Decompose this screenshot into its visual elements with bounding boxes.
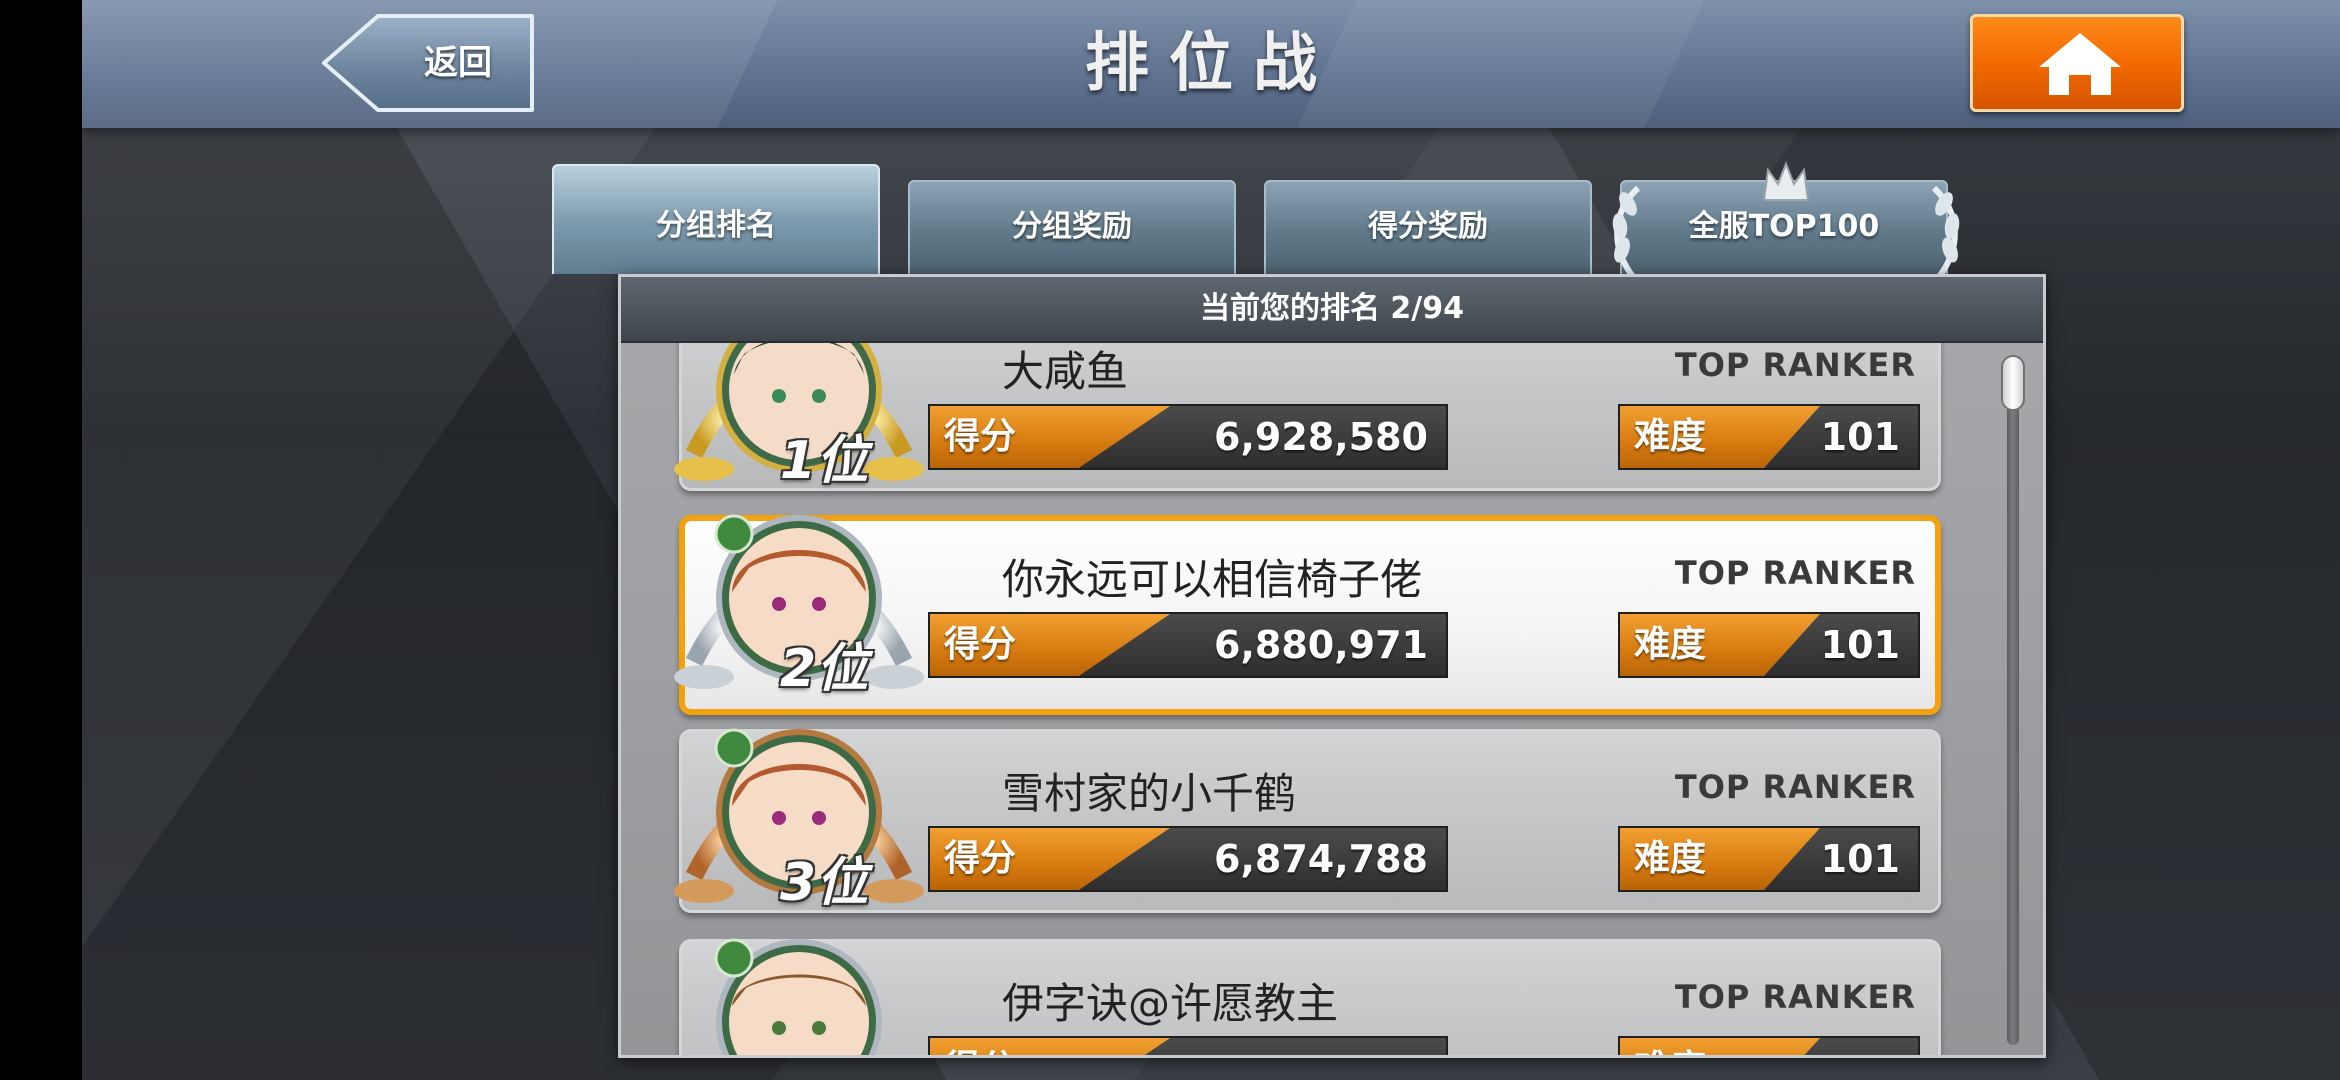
- score-label: 得分: [944, 838, 1017, 879]
- top-ranker-tag: TOP RANKER: [1674, 978, 1916, 1016]
- player-name: 伊字诀@许愿教主: [1002, 979, 1339, 1028]
- scrollbar-track[interactable]: [2001, 355, 2025, 1045]
- top-ranker-tag: TOP RANKER: [1674, 768, 1916, 806]
- ranking-row[interactable]: 伊字诀@许愿教主 TOP RANKER 得分 难度: [679, 938, 1941, 1055]
- difficulty-value: 101: [1820, 623, 1900, 667]
- player-avatar: [714, 938, 882, 1055]
- score-label: 得分: [944, 624, 1017, 665]
- tab-top100[interactable]: 全服TOP100: [1612, 161, 1960, 280]
- difficulty-label: 难度: [1634, 838, 1707, 879]
- player-name: 雪村家的小千鹤: [1002, 769, 1297, 818]
- crown-icon: [1762, 161, 1810, 201]
- tab-score-reward[interactable]: 得分奖励: [1264, 180, 1592, 274]
- ranking-panel: 当前您的排名 2/94 1位 大咸鱼 TOP RANKER 得分 6,928,5…: [618, 274, 2046, 1058]
- score-bar: 得分: [928, 1036, 1448, 1055]
- difficulty-label: 难度: [1634, 624, 1707, 665]
- tab-label: 分组奖励: [1012, 209, 1132, 244]
- current-rank-banner: 当前您的排名 2/94: [621, 277, 2043, 343]
- top-ranker-tag: TOP RANKER: [1674, 554, 1916, 592]
- top-ranker-tag: TOP RANKER: [1674, 346, 1916, 384]
- difficulty-value: 101: [1820, 415, 1900, 459]
- score-bar: 得分 6,880,971: [928, 612, 1448, 678]
- rank-label: 3位: [779, 853, 869, 913]
- score-bar: 得分 6,874,788: [928, 826, 1448, 892]
- difficulty-label: 难度: [1634, 416, 1707, 457]
- scrollbar-thumb[interactable]: [2001, 355, 2025, 411]
- home-icon: [2039, 33, 2121, 95]
- score-value: 6,928,580: [1214, 415, 1428, 459]
- header-bar: 返回 排位战: [82, 0, 2340, 128]
- player-name: 大咸鱼: [1002, 347, 1129, 396]
- difficulty-bar: 难度 101: [1618, 612, 1920, 678]
- laurel-left-icon: [1612, 185, 1641, 280]
- ranking-row[interactable]: 3位 雪村家的小千鹤 TOP RANKER 得分 6,874,788 难度 10…: [674, 728, 1941, 913]
- player-name: 你永远可以相信椅子佬: [1002, 555, 1423, 604]
- difficulty-label: 难度: [1634, 1038, 1706, 1055]
- current-rank-text: 当前您的排名 2/94: [1199, 291, 1465, 326]
- rank-label: 1位: [779, 431, 869, 491]
- tab-group-ranking[interactable]: 分组排名: [552, 164, 880, 274]
- difficulty-value: 101: [1820, 837, 1900, 881]
- difficulty-bar: 难度 101: [1618, 404, 1920, 470]
- score-value: 6,874,788: [1214, 837, 1428, 881]
- ranking-row-current-user[interactable]: 2位 你永远可以相信椅子佬 TOP RANKER 得分 6,880,971 难度…: [674, 514, 1941, 715]
- score-bar: 得分 6,928,580: [928, 404, 1448, 470]
- tab-group-reward[interactable]: 分组奖励: [908, 180, 1236, 274]
- tab-label: 分组排名: [656, 208, 776, 243]
- tab-label: 得分奖励: [1368, 209, 1488, 244]
- score-label: 得分: [944, 1038, 1016, 1055]
- difficulty-bar: 难度 101: [1618, 826, 1920, 892]
- ranking-list[interactable]: 1位 大咸鱼 TOP RANKER 得分 6,928,580 难度 101 2位…: [621, 343, 2043, 1055]
- laurel-right-icon: [1931, 185, 1960, 280]
- game-screen: 返回 排位战 分组排名 分组奖励 得分奖励 全服TOP100 当前您的排名 2/…: [82, 0, 2340, 1080]
- rank-label: 2位: [779, 639, 869, 699]
- home-button[interactable]: [1970, 14, 2184, 112]
- ranking-row[interactable]: 1位 大咸鱼 TOP RANKER 得分 6,928,580 难度 101: [674, 343, 1941, 491]
- score-label: 得分: [944, 416, 1017, 457]
- score-value: 6,880,971: [1214, 623, 1428, 667]
- difficulty-bar: 难度: [1618, 1036, 1920, 1055]
